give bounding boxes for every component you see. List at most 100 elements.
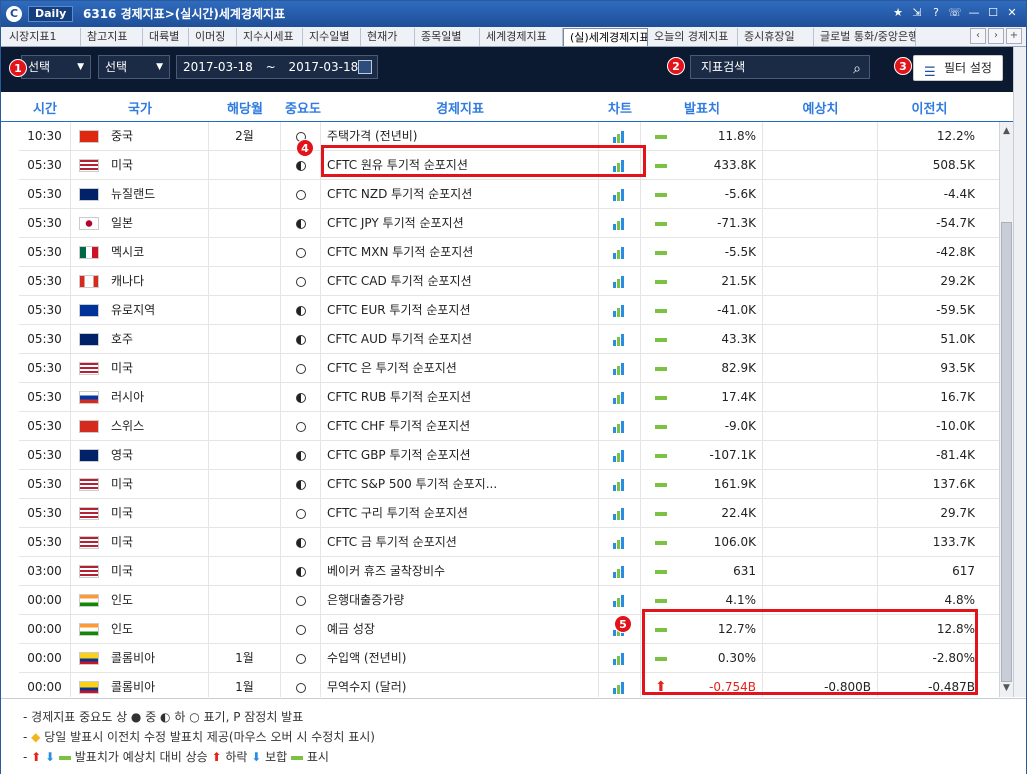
indicator-cell[interactable]: CFTC 금 투기적 순포지션 (321, 528, 599, 557)
bar-chart-icon[interactable] (612, 536, 627, 549)
table-row[interactable]: 05:30 미국 CFTC 금 투기적 순포지션 106.0K 133.7K (19, 528, 999, 557)
tab-11[interactable]: 증시휴장일 (738, 28, 814, 46)
indicator-cell[interactable]: CFTC RUB 투기적 순포지션 (321, 383, 599, 412)
indicator-cell[interactable]: CFTC AUD 투기적 순포지션 (321, 325, 599, 354)
bar-chart-icon[interactable] (612, 362, 627, 375)
chart-cell[interactable] (599, 586, 641, 615)
favorite-star-icon[interactable]: ★ (890, 5, 906, 21)
table-row[interactable]: 00:00 콜롬비아 1월 무역수지 (달러) ⬆ -0.754B -0.800B -0.48… (19, 673, 999, 697)
indicator-cell[interactable]: CFTC GBP 투기적 순포지션 (321, 441, 599, 470)
help-icon[interactable]: ? (928, 5, 944, 21)
chart-cell[interactable] (599, 354, 641, 383)
tab-9[interactable]: (실)세계경제지표 (563, 28, 648, 46)
table-row[interactable]: 05:30 미국 CFTC 구리 투기적 순포지션 22.4K 29.7K (19, 499, 999, 528)
indicator-cell[interactable]: CFTC NZD 투기적 순포지션 (321, 180, 599, 209)
indicator-cell[interactable]: 예금 성장 (321, 615, 599, 644)
select-2[interactable]: 선택 ▼ (98, 55, 170, 79)
chart-cell[interactable] (599, 325, 641, 354)
col-country[interactable]: 국가 (71, 98, 209, 117)
tab-0[interactable]: 시장지표1 (3, 28, 81, 46)
table-row[interactable]: 05:30 유로지역 CFTC EUR 투기적 순포지션 -41.0K -59.5K (19, 296, 999, 325)
indicator-cell[interactable]: 무역수지 (달러) (321, 673, 599, 697)
chart-cell[interactable] (599, 122, 641, 151)
indicator-cell[interactable]: CFTC MXN 투기적 순포지션 (321, 238, 599, 267)
indicator-cell[interactable]: CFTC JPY 투기적 순포지션 (321, 209, 599, 238)
bar-chart-icon[interactable] (612, 304, 627, 317)
chart-cell[interactable] (599, 267, 641, 296)
chart-cell[interactable] (599, 557, 641, 586)
phone-icon[interactable]: ☏ (947, 5, 963, 21)
link-out-icon[interactable]: ⇲ (909, 5, 925, 21)
col-importance[interactable]: 중요도 (281, 98, 325, 117)
col-month[interactable]: 해당월 (209, 98, 281, 117)
col-previous[interactable]: 이전치 (878, 98, 981, 117)
table-row[interactable]: 10:30 중국 2월 주택가격 (전년비) 11.8% 12.2% (19, 122, 999, 151)
table-row[interactable]: 05:30 미국 CFTC 원유 투기적 순포지션 433.8K 508.5K (19, 151, 999, 180)
indicator-cell[interactable]: 베이커 휴즈 굴착장비수 (321, 557, 599, 586)
tab-2[interactable]: 대륙별 (143, 28, 189, 46)
filter-settings-button[interactable]: ☰ 필터 설정 (913, 55, 1003, 81)
tab-6[interactable]: 현재가 (361, 28, 415, 46)
table-row[interactable]: 05:30 멕시코 CFTC MXN 투기적 순포지션 -5.5K -42.8K (19, 238, 999, 267)
chart-cell[interactable] (599, 383, 641, 412)
bar-chart-icon[interactable] (612, 565, 627, 578)
table-row[interactable]: 05:30 미국 CFTC 은 투기적 순포지션 82.9K 93.5K (19, 354, 999, 383)
chart-cell[interactable] (599, 644, 641, 673)
select-1[interactable]: 선택 ▼ (21, 55, 91, 79)
col-indicator[interactable]: 경제지표 (321, 98, 599, 117)
daily-badge[interactable]: Daily (28, 6, 74, 22)
search-icon[interactable]: ⌕ (853, 58, 861, 80)
bar-chart-icon[interactable] (612, 217, 627, 230)
bar-chart-icon[interactable] (612, 449, 627, 462)
bar-chart-icon[interactable] (612, 681, 627, 694)
tab-12[interactable]: 글로벌 통화/중앙은행 (814, 28, 916, 46)
tab-10[interactable]: 오늘의 경제지표 (648, 28, 738, 46)
maximize-icon[interactable]: ☐ (985, 5, 1001, 21)
tab-prev-icon[interactable]: ‹ (970, 28, 986, 44)
bar-chart-icon[interactable] (612, 652, 627, 665)
indicator-cell[interactable]: 은행대출증가량 (321, 586, 599, 615)
tab-1[interactable]: 참고지표 (81, 28, 143, 46)
tab-5[interactable]: 지수일별 (303, 28, 361, 46)
bar-chart-icon[interactable] (612, 159, 627, 172)
table-row[interactable]: 05:30 러시아 CFTC RUB 투기적 순포지션 17.4K 16.7K (19, 383, 999, 412)
bar-chart-icon[interactable] (612, 478, 627, 491)
tab-4[interactable]: 지수시세표 (237, 28, 303, 46)
tab-add-icon[interactable]: + (1006, 28, 1022, 44)
close-icon[interactable]: ✕ (1004, 5, 1020, 21)
date-range-field[interactable]: 2017-03-18 ~ 2017-03-18 (176, 55, 378, 79)
col-time[interactable]: 시간 (19, 98, 71, 117)
chart-cell[interactable] (599, 412, 641, 441)
table-row[interactable]: 03:00 미국 베이커 휴즈 굴착장비수 631 617 (19, 557, 999, 586)
table-row[interactable]: 05:30 미국 CFTC S&P 500 투기적 순포지... 161.9K 137.… (19, 470, 999, 499)
tab-8[interactable]: 세계경제지표 (480, 28, 563, 46)
chart-cell[interactable] (599, 180, 641, 209)
outer-scrollbar[interactable] (1013, 47, 1026, 697)
indicator-cell[interactable]: 주택가격 (전년비) (321, 122, 599, 151)
indicator-search-input[interactable]: 지표검색 ⌕ (690, 55, 870, 79)
tab-7[interactable]: 종목일별 (415, 28, 480, 46)
indicator-cell[interactable]: CFTC 구리 투기적 순포지션 (321, 499, 599, 528)
col-actual[interactable]: 발표치 (641, 98, 763, 117)
chart-cell[interactable] (599, 441, 641, 470)
chart-cell[interactable] (599, 296, 641, 325)
indicator-cell[interactable]: CFTC CAD 투기적 순포지션 (321, 267, 599, 296)
scroll-down-icon[interactable]: ▼ (1000, 681, 1013, 695)
table-row[interactable]: 05:30 캐나다 CFTC CAD 투기적 순포지션 21.5K 29.2K (19, 267, 999, 296)
table-row[interactable]: 05:30 뉴질랜드 CFTC NZD 투기적 순포지션 -5.6K -4.4K (19, 180, 999, 209)
bar-chart-icon[interactable] (612, 246, 627, 259)
table-row[interactable]: 05:30 스위스 CFTC CHF 투기적 순포지션 -9.0K -10.0K (19, 412, 999, 441)
scroll-thumb[interactable] (1001, 222, 1012, 682)
bar-chart-icon[interactable] (612, 333, 627, 346)
table-row[interactable]: 00:00 인도 예금 성장 12.7% 12.8% (19, 615, 999, 644)
tab-3[interactable]: 이머징 (189, 28, 237, 46)
indicator-cell[interactable]: CFTC CHF 투기적 순포지션 (321, 412, 599, 441)
indicator-cell[interactable]: CFTC EUR 투기적 순포지션 (321, 296, 599, 325)
indicator-cell[interactable]: CFTC 원유 투기적 순포지션 (321, 151, 599, 180)
chart-cell[interactable] (599, 470, 641, 499)
chart-cell[interactable] (599, 499, 641, 528)
col-chart[interactable]: 차트 (599, 98, 641, 117)
bar-chart-icon[interactable] (612, 420, 627, 433)
bar-chart-icon[interactable] (612, 507, 627, 520)
bar-chart-icon[interactable] (612, 391, 627, 404)
